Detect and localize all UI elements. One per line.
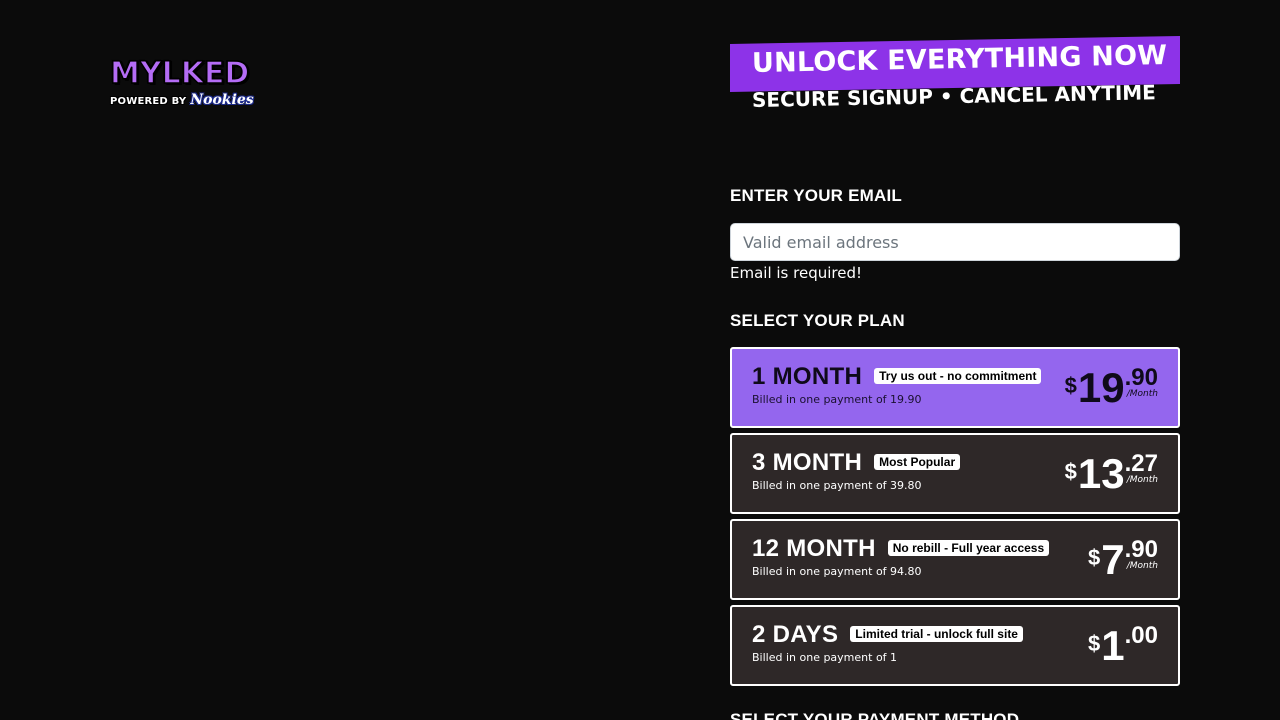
price-fraction: .90 /Month bbox=[1125, 363, 1158, 399]
price-currency: $ bbox=[1088, 631, 1101, 656]
price-currency: $ bbox=[1088, 545, 1101, 570]
plan-name-text: 12 MONTH bbox=[752, 535, 876, 562]
plan-billing-note: Billed in one payment of 1 bbox=[752, 651, 898, 664]
plan-price: $ 19 .90 /Month bbox=[1065, 363, 1158, 413]
plan-billing-note: Billed in one payment of 39.80 bbox=[752, 479, 922, 492]
email-input[interactable] bbox=[730, 223, 1180, 261]
plan-price: $ 1 .00 bbox=[1088, 621, 1158, 671]
price-period: /Month bbox=[1126, 475, 1158, 485]
logo-wordmark: MYLKED bbox=[109, 56, 250, 91]
plan-badge: No rebill - Full year access bbox=[887, 540, 1050, 556]
plan-billing-note: Billed in one payment of 19.90 bbox=[752, 393, 922, 406]
price-whole: 19 bbox=[1077, 364, 1125, 411]
plan-name-text: 2 DAYS bbox=[752, 621, 839, 648]
price-fraction: .27 /Month bbox=[1125, 449, 1158, 485]
logo-subline: POWERED BY Nookies bbox=[110, 92, 262, 108]
plan-option[interactable]: 12 MONTH No rebill - Full year access Bil… bbox=[730, 519, 1180, 600]
plan-badge: Limited trial - unlock full site bbox=[850, 626, 1023, 642]
plan-option[interactable]: 1 MONTH Try us out - no commitment Billed… bbox=[730, 347, 1180, 428]
email-section-title: ENTER YOUR EMAIL bbox=[730, 186, 902, 205]
price-fraction: .00 bbox=[1125, 621, 1158, 649]
logo[interactable]: MYLKED POWERED BY Nookies bbox=[109, 56, 262, 108]
price-period: /Month bbox=[1126, 389, 1158, 399]
payment-section-title: SELECT YOUR PAYMENT METHOD bbox=[730, 710, 1020, 720]
logo-powered-by: POWERED BY bbox=[110, 96, 187, 107]
plan-name: 12 MONTH No rebill - Full year access bbox=[752, 535, 1050, 563]
plan-price: $ 7 .90 /Month bbox=[1088, 535, 1158, 585]
email-error-message: Email is required! bbox=[730, 264, 862, 282]
price-currency: $ bbox=[1064, 459, 1077, 484]
price-cents: .00 bbox=[1124, 622, 1158, 649]
plan-option[interactable]: 2 DAYS Limited trial - unlock full site B… bbox=[730, 605, 1180, 686]
price-whole: 13 bbox=[1077, 450, 1125, 497]
plan-billing-note: Billed in one payment of 94.80 bbox=[752, 565, 922, 578]
price-whole: 1 bbox=[1101, 622, 1125, 669]
plan-badge: Try us out - no commitment bbox=[874, 368, 1042, 384]
price-fraction: .90 /Month bbox=[1125, 535, 1158, 571]
plan-badge: Most Popular bbox=[874, 454, 961, 470]
plan-price: $ 13 .27 /Month bbox=[1065, 449, 1158, 499]
price-period: /Month bbox=[1126, 561, 1158, 571]
plan-name: 3 MONTH Most Popular bbox=[752, 449, 961, 477]
plan-name: 2 DAYS Limited trial - unlock full site bbox=[752, 621, 1023, 649]
promo-banner: UNLOCK EVERYTHING NOW SECURE SIGNUP • CA… bbox=[730, 36, 1180, 124]
plan-name-text: 1 MONTH bbox=[752, 363, 863, 390]
plan-section-title: SELECT YOUR PLAN bbox=[730, 311, 905, 330]
price-currency: $ bbox=[1064, 373, 1077, 398]
plan-option[interactable]: 3 MONTH Most Popular Billed in one paymen… bbox=[730, 433, 1180, 514]
plan-name: 1 MONTH Try us out - no commitment bbox=[752, 363, 1042, 391]
logo-brand: Nookies bbox=[190, 92, 254, 108]
price-whole: 7 bbox=[1101, 536, 1125, 583]
plan-name-text: 3 MONTH bbox=[752, 449, 863, 476]
